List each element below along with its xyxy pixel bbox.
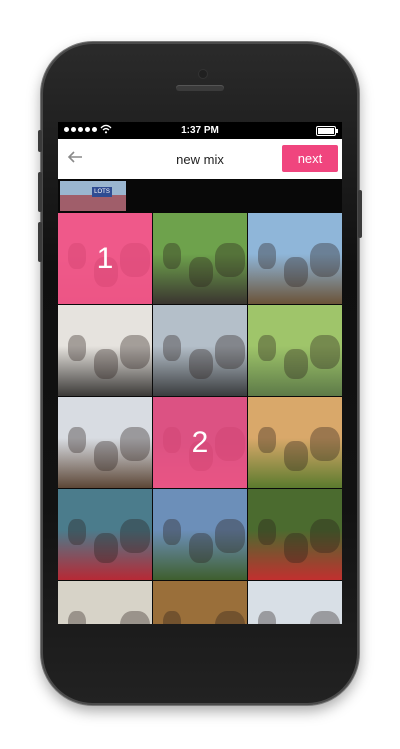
photo-detail: [120, 611, 150, 624]
battery-icon: [316, 126, 338, 136]
photo-detail: [163, 335, 181, 361]
photo-tile[interactable]: 2: [153, 397, 247, 488]
photo-tile[interactable]: 1: [58, 213, 152, 304]
photo-detail: [258, 519, 276, 545]
selected-media-strip: LOTS: [58, 179, 342, 213]
photo-tile[interactable]: [58, 489, 152, 580]
selection-order-badge: 2: [153, 397, 247, 488]
phone-chin: [58, 624, 342, 694]
selection-order-badge: 1: [58, 213, 152, 304]
photo-detail: [68, 611, 86, 624]
earpiece-speaker: [176, 85, 224, 91]
photo-detail: [310, 427, 340, 461]
photo-tile[interactable]: [248, 581, 342, 624]
photo-detail: [310, 243, 340, 277]
photo-detail: [284, 533, 308, 563]
volume-down-button: [38, 222, 42, 262]
selected-thumbnail[interactable]: LOTS: [60, 181, 126, 211]
front-camera: [199, 70, 207, 78]
mute-switch: [38, 130, 42, 152]
photo-detail: [310, 519, 340, 553]
photo-tile[interactable]: [248, 397, 342, 488]
photo-tile[interactable]: [248, 305, 342, 396]
photo-tile[interactable]: [248, 489, 342, 580]
photo-detail: [284, 257, 308, 287]
status-bar: 1:37 PM: [58, 122, 342, 139]
photo-detail: [94, 349, 118, 379]
photo-detail: [215, 243, 245, 277]
photo-detail: [189, 533, 213, 563]
photo-detail: [68, 519, 86, 545]
photo-detail: [310, 611, 340, 624]
status-time: 1:37 PM: [181, 125, 219, 136]
photo-detail: [215, 611, 245, 624]
photo-detail: [120, 427, 150, 461]
photo-detail: [284, 349, 308, 379]
photo-detail: [284, 441, 308, 471]
photo-detail: [310, 335, 340, 369]
screen: 1:37 PM new mix next LOTS 1 2: [58, 122, 342, 624]
photo-detail: [258, 335, 276, 361]
next-button[interactable]: next: [282, 145, 338, 172]
photo-detail: [189, 257, 213, 287]
photo-detail: [163, 611, 181, 624]
photo-detail: [120, 519, 150, 553]
photo-detail: [189, 349, 213, 379]
photo-tile[interactable]: [153, 581, 247, 624]
top-nav-bar: new mix next: [58, 139, 342, 179]
photo-detail: [94, 441, 118, 471]
photo-tile[interactable]: [58, 581, 152, 624]
photo-detail: [163, 519, 181, 545]
photo-tile[interactable]: [58, 397, 152, 488]
volume-up-button: [38, 172, 42, 212]
photo-tile[interactable]: [153, 305, 247, 396]
photo-tile[interactable]: [58, 305, 152, 396]
photo-detail: [163, 243, 181, 269]
photo-detail: [120, 335, 150, 369]
photo-detail: [94, 533, 118, 563]
photo-tile[interactable]: [153, 489, 247, 580]
photo-detail: [68, 335, 86, 361]
thumbnail-sign-text: LOTS: [92, 187, 112, 197]
photo-detail: [215, 335, 245, 369]
photo-detail: [258, 611, 276, 624]
photo-detail: [258, 427, 276, 453]
photo-detail: [215, 519, 245, 553]
photo-tile[interactable]: [153, 213, 247, 304]
photo-tile[interactable]: [248, 213, 342, 304]
photo-detail: [68, 427, 86, 453]
photo-detail: [258, 243, 276, 269]
power-button: [358, 190, 362, 238]
